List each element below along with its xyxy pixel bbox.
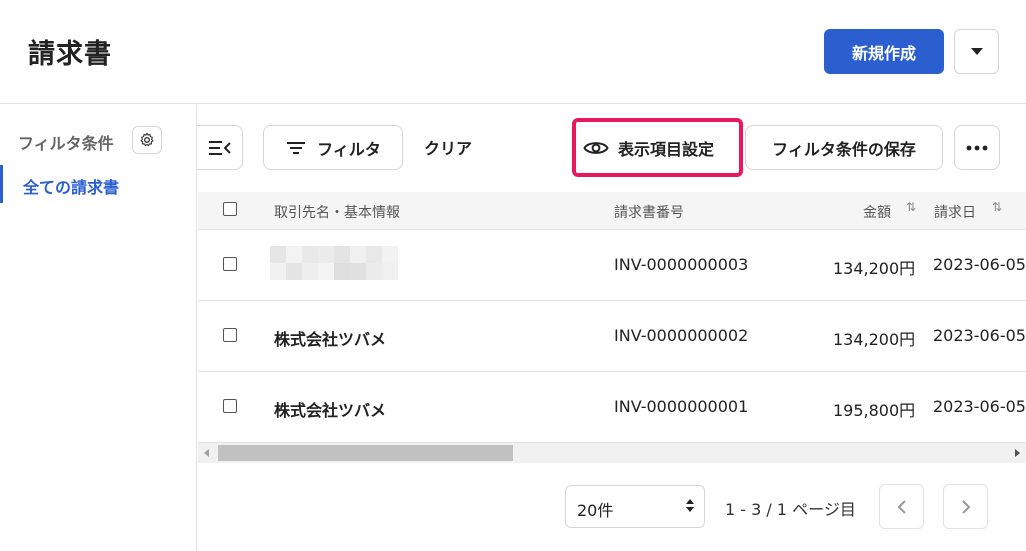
- per-page-value: 20件: [577, 501, 614, 520]
- horizontal-scrollbar[interactable]: [198, 443, 1026, 463]
- filter-button-label: フィルタ: [317, 139, 381, 159]
- page-header: 請求書 新規作成: [0, 0, 1026, 104]
- per-page-select[interactable]: 20件: [565, 485, 705, 528]
- new-options-dropdown-button[interactable]: [954, 29, 999, 74]
- row-checkbox[interactable]: [223, 257, 237, 271]
- client-name: 株式会社ツバメ: [274, 401, 387, 420]
- filter-button[interactable]: フィルタ: [263, 125, 403, 170]
- prev-page-button[interactable]: [879, 484, 924, 529]
- column-header-amount[interactable]: 金額: [863, 202, 891, 222]
- scroll-right-icon[interactable]: [1015, 449, 1020, 457]
- invoice-number: INV-0000000002: [614, 326, 749, 345]
- invoice-amount: 134,200円: [833, 259, 916, 278]
- column-header-number: 請求書番号: [614, 205, 684, 221]
- table-row[interactable]: 株式会社ツバメ INV-0000000002 134,200円 2023-06-…: [198, 301, 1026, 372]
- display-settings-button[interactable]: 表示項目設定: [578, 125, 738, 170]
- client-name: 株式会社ツバメ: [274, 330, 387, 349]
- invoice-date: 2023-06-05: [933, 255, 1026, 274]
- table-row[interactable]: INV-0000000003 134,200円 2023-06-05: [198, 230, 1026, 301]
- redacted-name-block: [270, 246, 398, 280]
- clear-filter-link[interactable]: クリア: [424, 135, 472, 159]
- scrollbar-thumb[interactable]: [218, 445, 513, 461]
- invoice-number: INV-0000000003: [614, 255, 749, 274]
- row-checkbox[interactable]: [223, 328, 237, 342]
- invoice-number: INV-0000000001: [614, 397, 749, 416]
- page-info: 1 - 3 / 1 ページ目: [725, 500, 856, 519]
- select-arrows-icon: [686, 499, 694, 512]
- sidebar-item-all-invoices[interactable]: 全ての請求書: [0, 165, 196, 203]
- eye-icon: [583, 141, 609, 154]
- select-all-checkbox[interactable]: [223, 202, 237, 216]
- column-header-date[interactable]: 請求日: [934, 202, 976, 222]
- page-title: 請求書: [28, 39, 112, 70]
- scroll-left-icon[interactable]: [204, 449, 209, 457]
- sidebar-item-label: 全ての請求書: [23, 178, 120, 197]
- collapse-sidebar-icon: [208, 140, 231, 155]
- more-horizontal-icon: [966, 145, 988, 150]
- invoice-date: 2023-06-05: [933, 397, 1026, 416]
- table-header: 取引先名・基本情報 請求書番号 金額 ⇅ 請求日 ⇅: [198, 192, 1026, 230]
- filter-sidebar: フィルタ条件 全ての請求書: [0, 105, 197, 551]
- invoice-amount: 134,200円: [833, 330, 916, 349]
- new-invoice-button[interactable]: 新規作成: [824, 29, 944, 74]
- sort-icon[interactable]: ⇅: [906, 200, 916, 214]
- display-settings-label: 表示項目設定: [618, 139, 715, 159]
- save-filter-button[interactable]: フィルタ条件の保存: [745, 125, 943, 170]
- invoice-amount: 195,800円: [833, 401, 916, 420]
- invoice-date: 2023-06-05: [933, 326, 1026, 345]
- row-checkbox[interactable]: [223, 399, 237, 413]
- caret-down-icon: [970, 48, 983, 55]
- next-page-button[interactable]: [943, 484, 988, 529]
- table-row[interactable]: 株式会社ツバメ INV-0000000001 195,800円 2023-06-…: [198, 372, 1026, 443]
- filter-settings-button[interactable]: [132, 126, 162, 154]
- chevron-left-icon: [897, 499, 906, 514]
- column-header-name: 取引先名・基本情報: [274, 205, 400, 221]
- filter-icon: [287, 141, 306, 154]
- sidebar-title: フィルタ条件: [18, 134, 114, 153]
- sort-icon[interactable]: ⇅: [992, 200, 1002, 214]
- chevron-right-icon: [961, 499, 970, 514]
- sidebar-toggle-button[interactable]: [197, 125, 243, 170]
- more-options-button[interactable]: [954, 125, 1000, 170]
- gear-icon: [140, 132, 154, 147]
